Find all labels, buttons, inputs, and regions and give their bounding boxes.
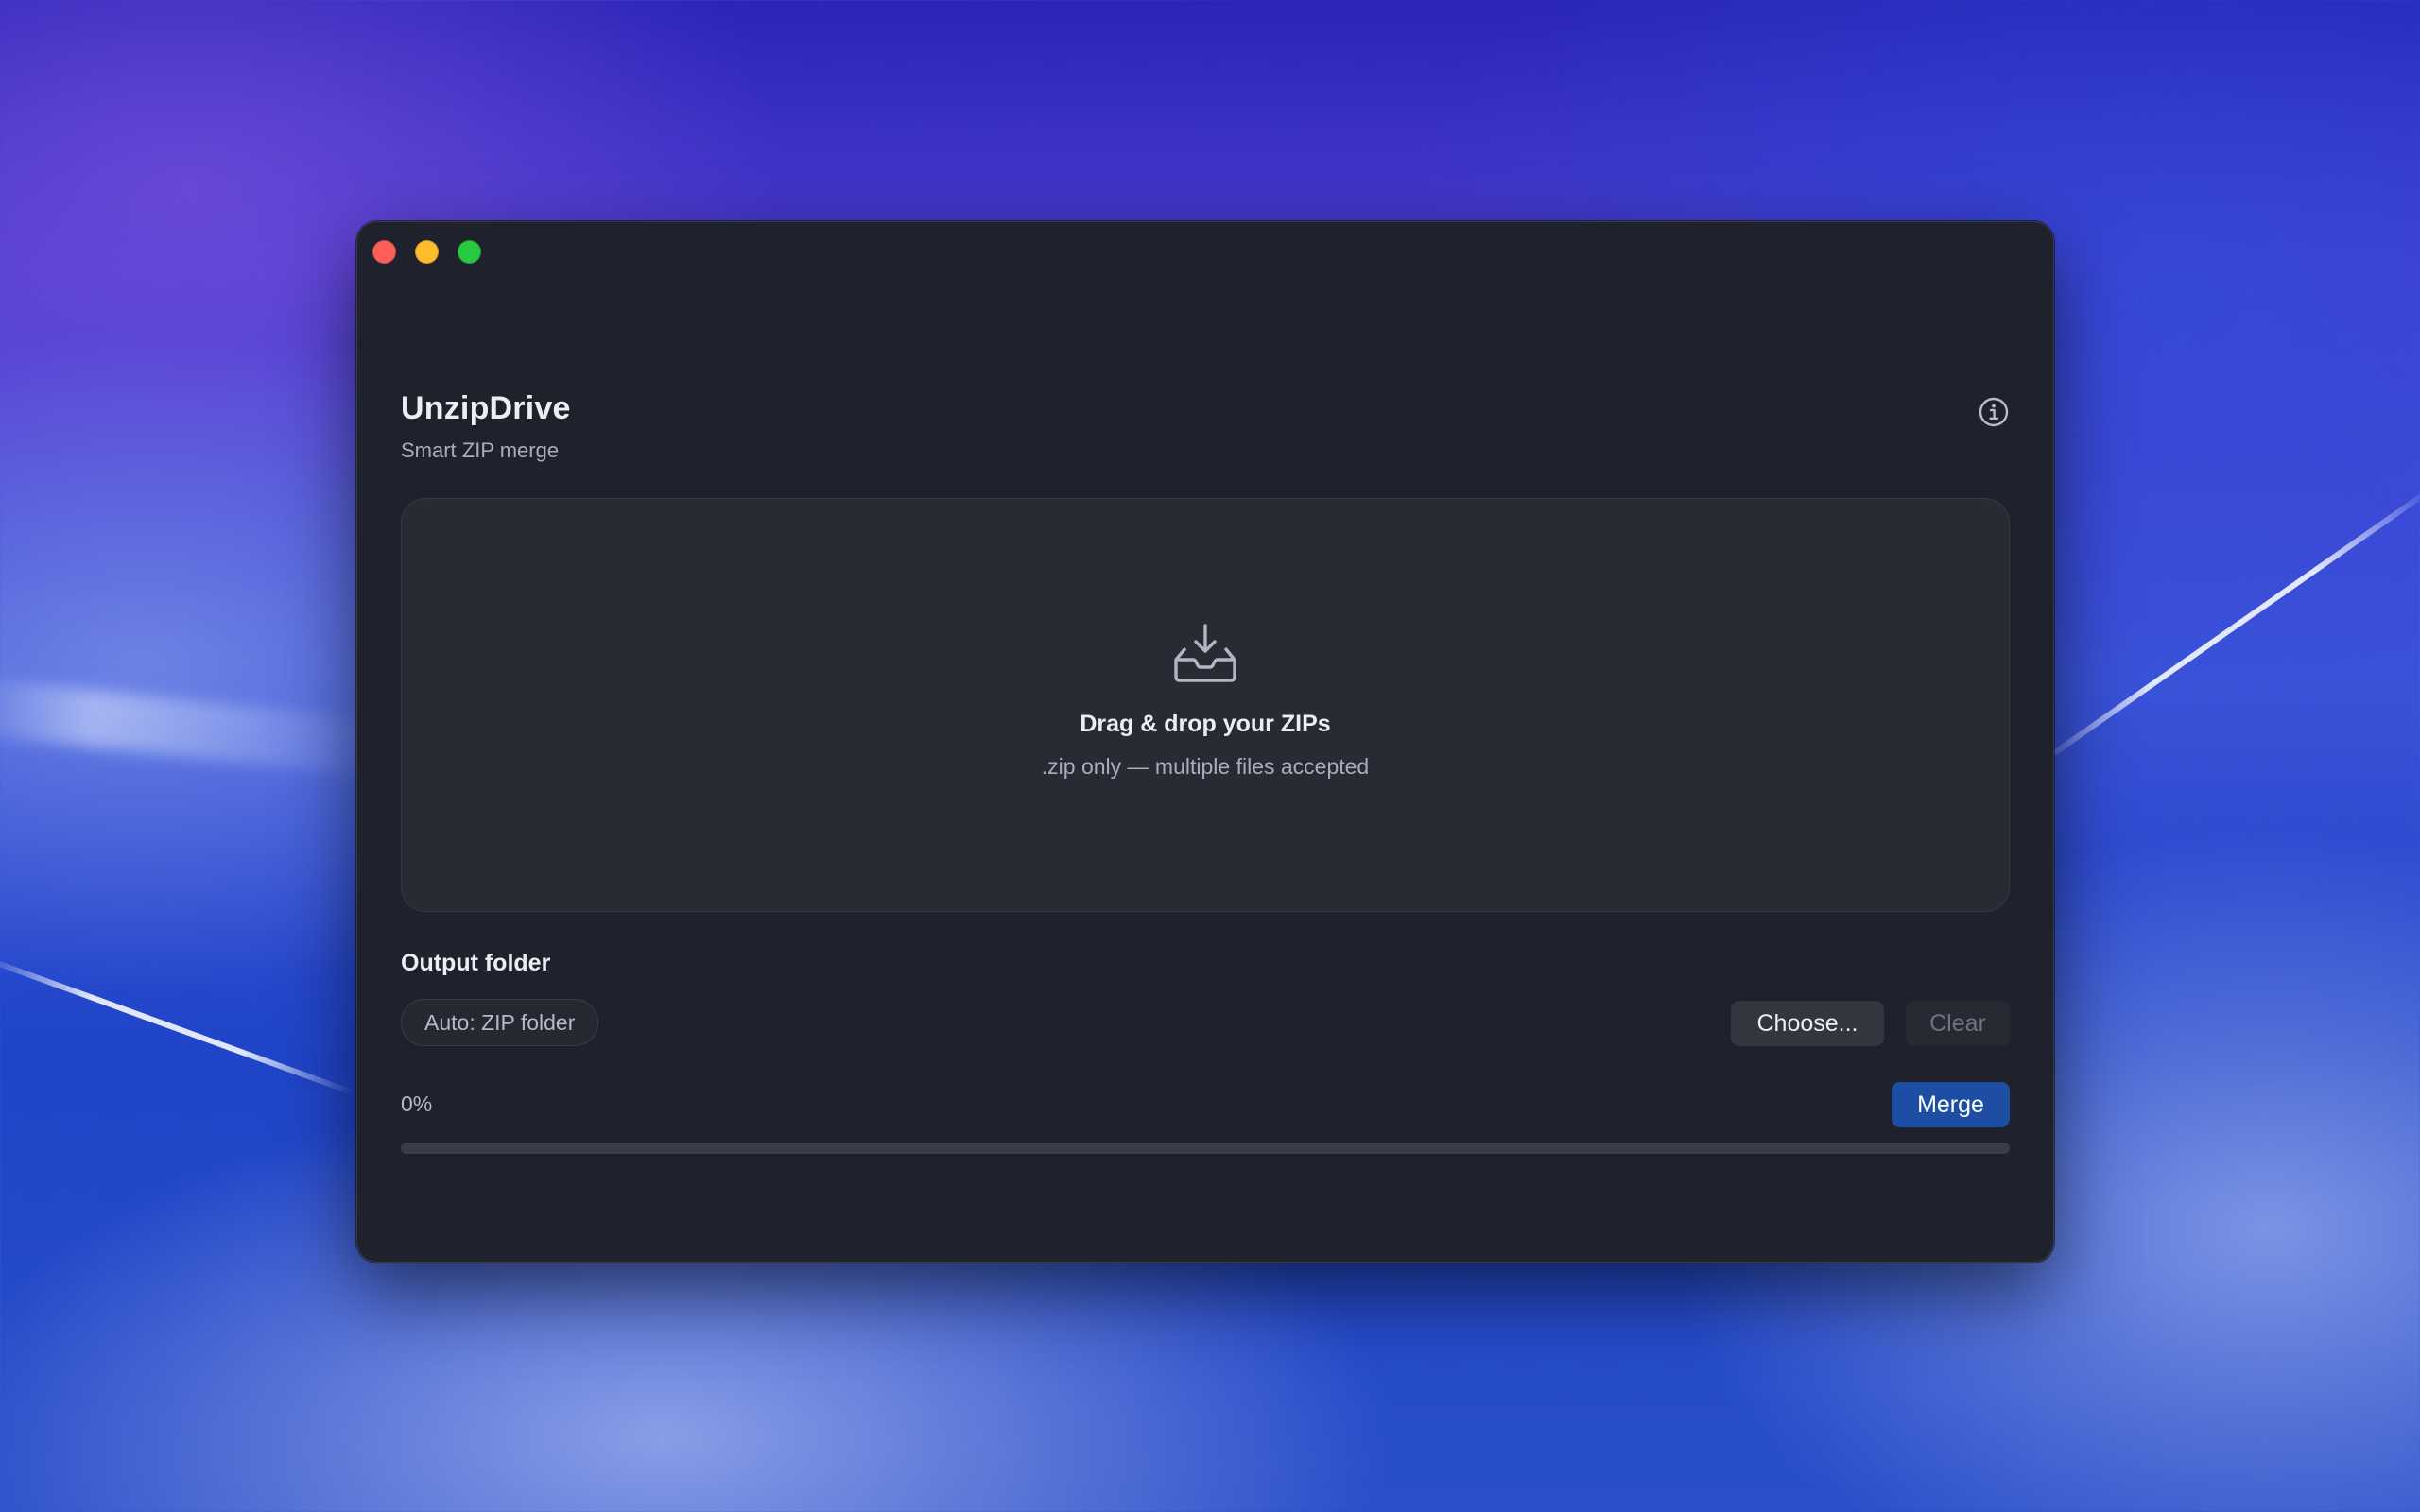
app-title: UnzipDrive: [401, 390, 571, 426]
app-subtitle: Smart ZIP merge: [401, 438, 560, 462]
window-controls: [372, 240, 481, 264]
inbox-download-icon: [1174, 624, 1236, 682]
clear-folder-button[interactable]: Clear: [1906, 1001, 2010, 1046]
close-window-button[interactable]: [372, 240, 396, 264]
drop-zone-title: Drag & drop your ZIPs: [1080, 711, 1331, 737]
output-folder-value: Auto: ZIP folder: [401, 999, 599, 1046]
drop-zone-hint: .zip only — multiple files accepted: [1041, 754, 1370, 779]
app-header: UnzipDrive Smart ZIP merge: [401, 390, 571, 463]
app-window: UnzipDrive Smart ZIP merge Drag & drop y…: [356, 221, 2054, 1263]
progress-bar: [401, 1143, 2010, 1154]
wallpaper-light-streak-left: [0, 954, 355, 1096]
wallpaper-light-streak-right: [2031, 484, 2420, 771]
merge-button[interactable]: Merge: [1892, 1082, 2010, 1127]
wallpaper-highlight: [0, 677, 399, 779]
info-button[interactable]: [1978, 396, 2010, 428]
output-folder-label: Output folder: [401, 950, 551, 976]
zip-drop-zone[interactable]: Drag & drop your ZIPs .zip only — multip…: [401, 498, 2010, 912]
progress-percentage: 0%: [401, 1091, 433, 1116]
zoom-window-button[interactable]: [458, 240, 481, 264]
minimize-window-button[interactable]: [415, 240, 439, 264]
choose-folder-button[interactable]: Choose...: [1731, 1001, 1884, 1046]
info-circle-icon: [1979, 397, 2009, 427]
